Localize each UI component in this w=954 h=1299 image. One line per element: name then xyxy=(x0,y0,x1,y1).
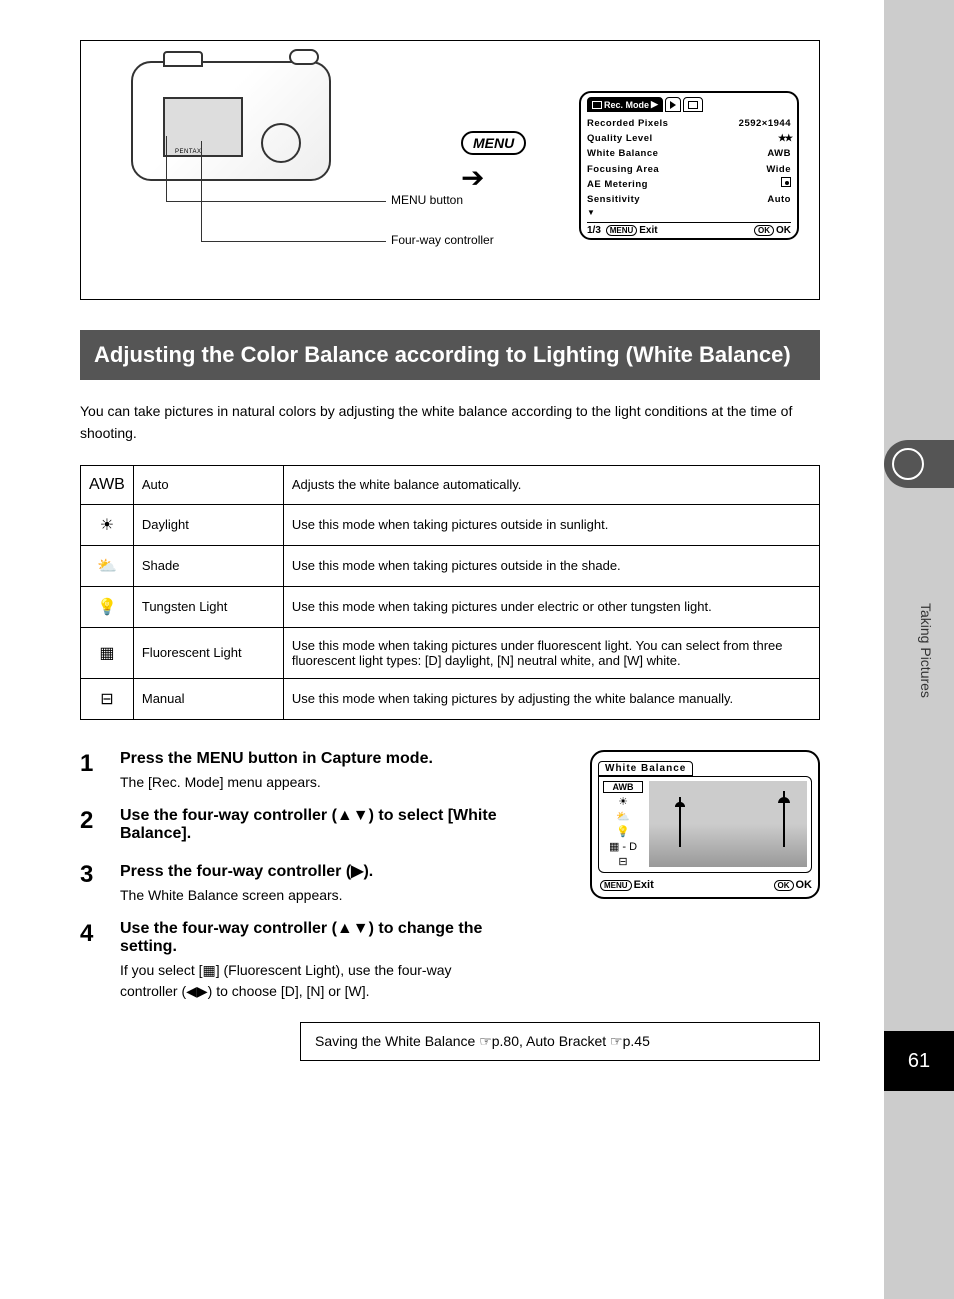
wb-option-auto: AWB xyxy=(603,781,643,793)
step-text: The White Balance screen appears. xyxy=(120,885,500,906)
wb-option-tungsten-icon: 💡 xyxy=(603,825,643,838)
menu-item-value xyxy=(781,177,791,192)
menu-item-value: 2592×1944 xyxy=(739,116,791,131)
tab-rec-mode-label: Rec. Mode xyxy=(604,100,649,110)
wb-option-manual-icon: ⊟ xyxy=(603,855,643,868)
camera-illustration: PENTAX xyxy=(131,61,351,201)
menu-pill-mini-icon: MENU xyxy=(606,225,638,236)
wb-row-icon: ⊟ xyxy=(81,678,134,719)
camera-icon xyxy=(592,101,602,109)
lead-label-four-way: Four-way controller xyxy=(391,233,494,247)
wb-row-icon: ☀ xyxy=(81,504,134,545)
step-text: If you select [▦] (Fluorescent Light), u… xyxy=(120,960,500,1002)
step-1: 1 Press the MENU button in Capture mode.… xyxy=(80,750,500,793)
step-number: 1 xyxy=(80,750,110,793)
tab-playback xyxy=(665,97,681,112)
white-balance-table: AWBAutoAdjusts the white balance automat… xyxy=(80,465,820,720)
step-title: Use the four-way controller (▲▼) to sele… xyxy=(120,807,500,843)
wb-preview-image xyxy=(649,781,807,867)
step-3: 3 Press the four-way controller (▶). The… xyxy=(80,861,500,906)
menu-item-label: Sensitivity xyxy=(587,192,640,207)
ok-label: OK xyxy=(776,225,791,236)
exit-label: Exit xyxy=(639,225,657,236)
section-title: Adjusting the Color Balance according to… xyxy=(80,330,820,380)
scroll-down-icon: ▼ xyxy=(587,207,595,220)
step-text: The [Rec. Mode] menu appears. xyxy=(120,772,500,793)
wb-row-desc: Use this mode when taking pictures under… xyxy=(283,627,819,678)
ok-label: OK xyxy=(796,879,813,891)
menu-item-value: Wide xyxy=(766,162,791,177)
wrench-icon xyxy=(688,101,698,109)
step-title: Press the four-way controller (▶). xyxy=(120,861,500,881)
wb-row-mode: Tungsten Light xyxy=(133,586,283,627)
step-title: Press the MENU button in Capture mode. xyxy=(120,750,500,768)
menu-pill-mini-icon: MENU xyxy=(600,880,632,891)
step-2: 2 Use the four-way controller (▲▼) to se… xyxy=(80,807,500,847)
side-section-label: Taking Pictures xyxy=(918,520,934,780)
lcd-rec-mode-menu: Rec. Mode▶ Recorded Pixels 2592×1944 Qual… xyxy=(579,91,799,240)
wb-fluoro-type: - D xyxy=(622,841,637,853)
multi-metering-icon xyxy=(781,177,791,187)
white-balance-screen: White Balance AWB ☀ ⛅ 💡 ▦ - D ⊟ MENUExit… xyxy=(590,750,820,899)
wb-row-mode: Manual xyxy=(133,678,283,719)
camera-brand-label: PENTAX xyxy=(175,149,202,155)
lead-label-menu-button: MENU button xyxy=(391,193,463,207)
wb-option-shade-icon: ⛅ xyxy=(603,810,643,823)
cross-reference-box: Saving the White Balance ☞p.80, Auto Bra… xyxy=(300,1022,820,1061)
section-thumb-tab xyxy=(884,440,954,488)
menu-button-pill: MENU xyxy=(461,131,526,155)
wb-row-icon: AWB xyxy=(81,465,134,504)
intro-paragraph: You can take pictures in natural colors … xyxy=(80,400,820,445)
step-number: 4 xyxy=(80,920,110,1002)
step-title: Use the four-way controller (▲▼) to chan… xyxy=(120,920,500,956)
menu-item-label: Recorded Pixels xyxy=(587,116,668,131)
step-4: 4 Use the four-way controller (▲▼) to ch… xyxy=(80,920,500,1002)
play-icon xyxy=(670,101,676,109)
step-number: 2 xyxy=(80,807,110,847)
wb-row-icon: ⛅ xyxy=(81,545,134,586)
step-number: 3 xyxy=(80,861,110,906)
wb-row-mode: Shade xyxy=(133,545,283,586)
menu-item-value: ★★ xyxy=(778,131,791,146)
ok-pill-mini-icon: OK xyxy=(774,880,794,891)
wb-row-mode: Daylight xyxy=(133,504,283,545)
menu-item-value: AWB xyxy=(767,146,791,161)
camera-diagram-box: PENTAX MENU button Four-way controller M… xyxy=(80,40,820,300)
wb-row-icon: ▦ xyxy=(81,627,134,678)
wb-row-mode: Fluorescent Light xyxy=(133,627,283,678)
wb-popup-title: White Balance xyxy=(598,761,693,776)
wb-row-desc: Use this mode when taking pictures outsi… xyxy=(283,504,819,545)
tab-rec-mode: Rec. Mode▶ xyxy=(587,97,663,112)
wb-row-desc: Use this mode when taking pictures by ad… xyxy=(283,678,819,719)
wb-row-icon: 💡 xyxy=(81,586,134,627)
wb-row-mode: Auto xyxy=(133,465,283,504)
menu-item-value: Auto xyxy=(767,192,791,207)
arrow-right-icon: ➔ xyxy=(461,161,484,194)
menu-item-label: White Balance xyxy=(587,146,658,161)
tab-setup xyxy=(683,97,703,112)
exit-label: Exit xyxy=(634,879,654,891)
wb-option-fluorescent-icon: ▦ - D xyxy=(603,840,643,853)
ok-pill-mini-icon: OK xyxy=(754,225,774,236)
wb-row-desc: Use this mode when taking pictures under… xyxy=(283,586,819,627)
menu-item-label: Quality Level xyxy=(587,131,653,146)
wb-row-desc: Adjusts the white balance automatically. xyxy=(283,465,819,504)
menu-page-indicator: 1/3 xyxy=(587,225,601,236)
menu-item-label: Focusing Area xyxy=(587,162,659,177)
wb-row-desc: Use this mode when taking pictures outsi… xyxy=(283,545,819,586)
steps-area: 1 Press the MENU button in Capture mode.… xyxy=(80,750,820,1002)
page-number: 61 xyxy=(884,1031,954,1091)
menu-item-label: AE Metering xyxy=(587,177,648,192)
wb-option-daylight-icon: ☀ xyxy=(603,795,643,808)
